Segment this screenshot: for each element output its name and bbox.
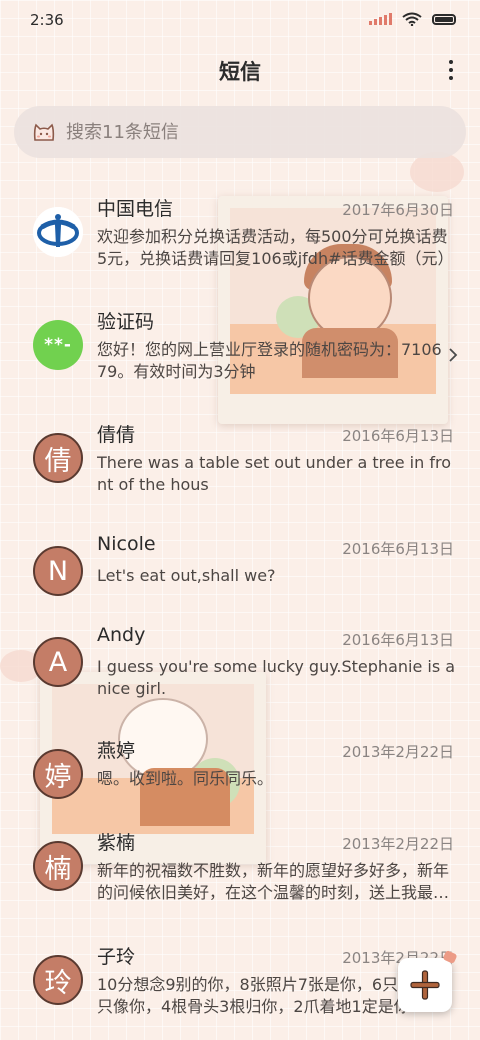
- message-preview: 欢迎参加积分兑换话费活动，每500分可兑换话费5元，兑换话费请回复106或jfd…: [97, 227, 454, 268]
- chevron-right-icon[interactable]: [448, 347, 458, 363]
- message-preview: There was a table set out under a tree i…: [97, 453, 451, 494]
- avatar: A: [33, 637, 83, 687]
- message-date: 2017年6月30日: [342, 201, 454, 219]
- contact-name: 中国电信: [97, 198, 174, 220]
- contact-name: 验证码: [97, 311, 155, 333]
- avatar: 倩: [33, 433, 83, 483]
- message-preview: 新年的祝福数不胜数，新年的愿望好多好多，新年的问候依旧美好，在这个温馨的时刻，送…: [97, 861, 450, 902]
- more-options-button[interactable]: [444, 56, 458, 84]
- battery-icon: [432, 13, 456, 25]
- message-date: 2016年6月13日: [342, 631, 454, 649]
- page-title: 短信: [219, 60, 261, 84]
- status-time: 2:36: [30, 11, 64, 29]
- message-preview: Let's eat out,shall we?: [97, 566, 276, 585]
- contact-name: 子玲: [97, 946, 136, 968]
- more-vertical-icon: [449, 60, 453, 64]
- search-bar[interactable]: [14, 106, 466, 158]
- conversation-item[interactable]: 楠 紫楠 2013年2月22日 新年的祝福数不胜数，新年的愿望好多好多，新年的问…: [0, 810, 480, 920]
- message-preview: 您好！您的网上营业厅登录的随机密码为：710679。有效时间为3分钟: [97, 340, 442, 381]
- avatar: 玲: [33, 955, 83, 1005]
- search-input[interactable]: [64, 120, 428, 144]
- conversation-item[interactable]: 倩 倩倩 2016年6月13日 There was a table set ou…: [0, 402, 480, 512]
- contact-name: Andy: [97, 624, 146, 646]
- avatar: 婷: [33, 749, 83, 799]
- message-date: 2016年6月13日: [342, 427, 454, 445]
- contact-name: Nicole: [97, 533, 156, 555]
- message-date: 2013年2月22日: [342, 835, 454, 853]
- china-telecom-logo-icon: [33, 207, 83, 257]
- status-icons: [369, 12, 456, 26]
- contact-name: 倩倩: [97, 424, 136, 446]
- avatar: N: [33, 546, 83, 596]
- message-preview: 10分想念9别的你，8张照片7张是你，6只小狗只像你，4根骨头3根归你，2爪着地…: [97, 975, 431, 1016]
- signal-icon: [369, 13, 392, 25]
- avatar: 楠: [33, 841, 83, 891]
- wifi-icon: [402, 12, 422, 26]
- plus-icon: [410, 970, 440, 1000]
- cat-face-icon: [33, 123, 55, 141]
- avatar: **-: [33, 320, 83, 370]
- message-preview: I guess you're some lucky guy.Stephanie …: [97, 657, 456, 698]
- app-header: 短信: [0, 40, 480, 100]
- status-bar: 2:36: [0, 0, 480, 40]
- contact-name: 紫楠: [97, 832, 136, 854]
- contact-name: 燕婷: [97, 740, 136, 762]
- message-date: 2016年6月13日: [342, 540, 454, 558]
- message-date: 2013年2月22日: [342, 743, 454, 761]
- conversation-item[interactable]: 中国电信 2017年6月30日 欢迎参加积分兑换话费活动，每500分可兑换话费5…: [0, 176, 480, 286]
- conversation-item[interactable]: A Andy 2016年6月13日 I guess you're some lu…: [0, 606, 480, 716]
- conversation-item[interactable]: **- 验证码 您好！您的网上营业厅登录的随机密码为：710679。有效时间为3…: [0, 289, 480, 399]
- compose-button[interactable]: [398, 949, 458, 1012]
- avatar: [33, 207, 83, 257]
- message-preview: 嗯。收到啦。同乐同乐。: [97, 769, 274, 788]
